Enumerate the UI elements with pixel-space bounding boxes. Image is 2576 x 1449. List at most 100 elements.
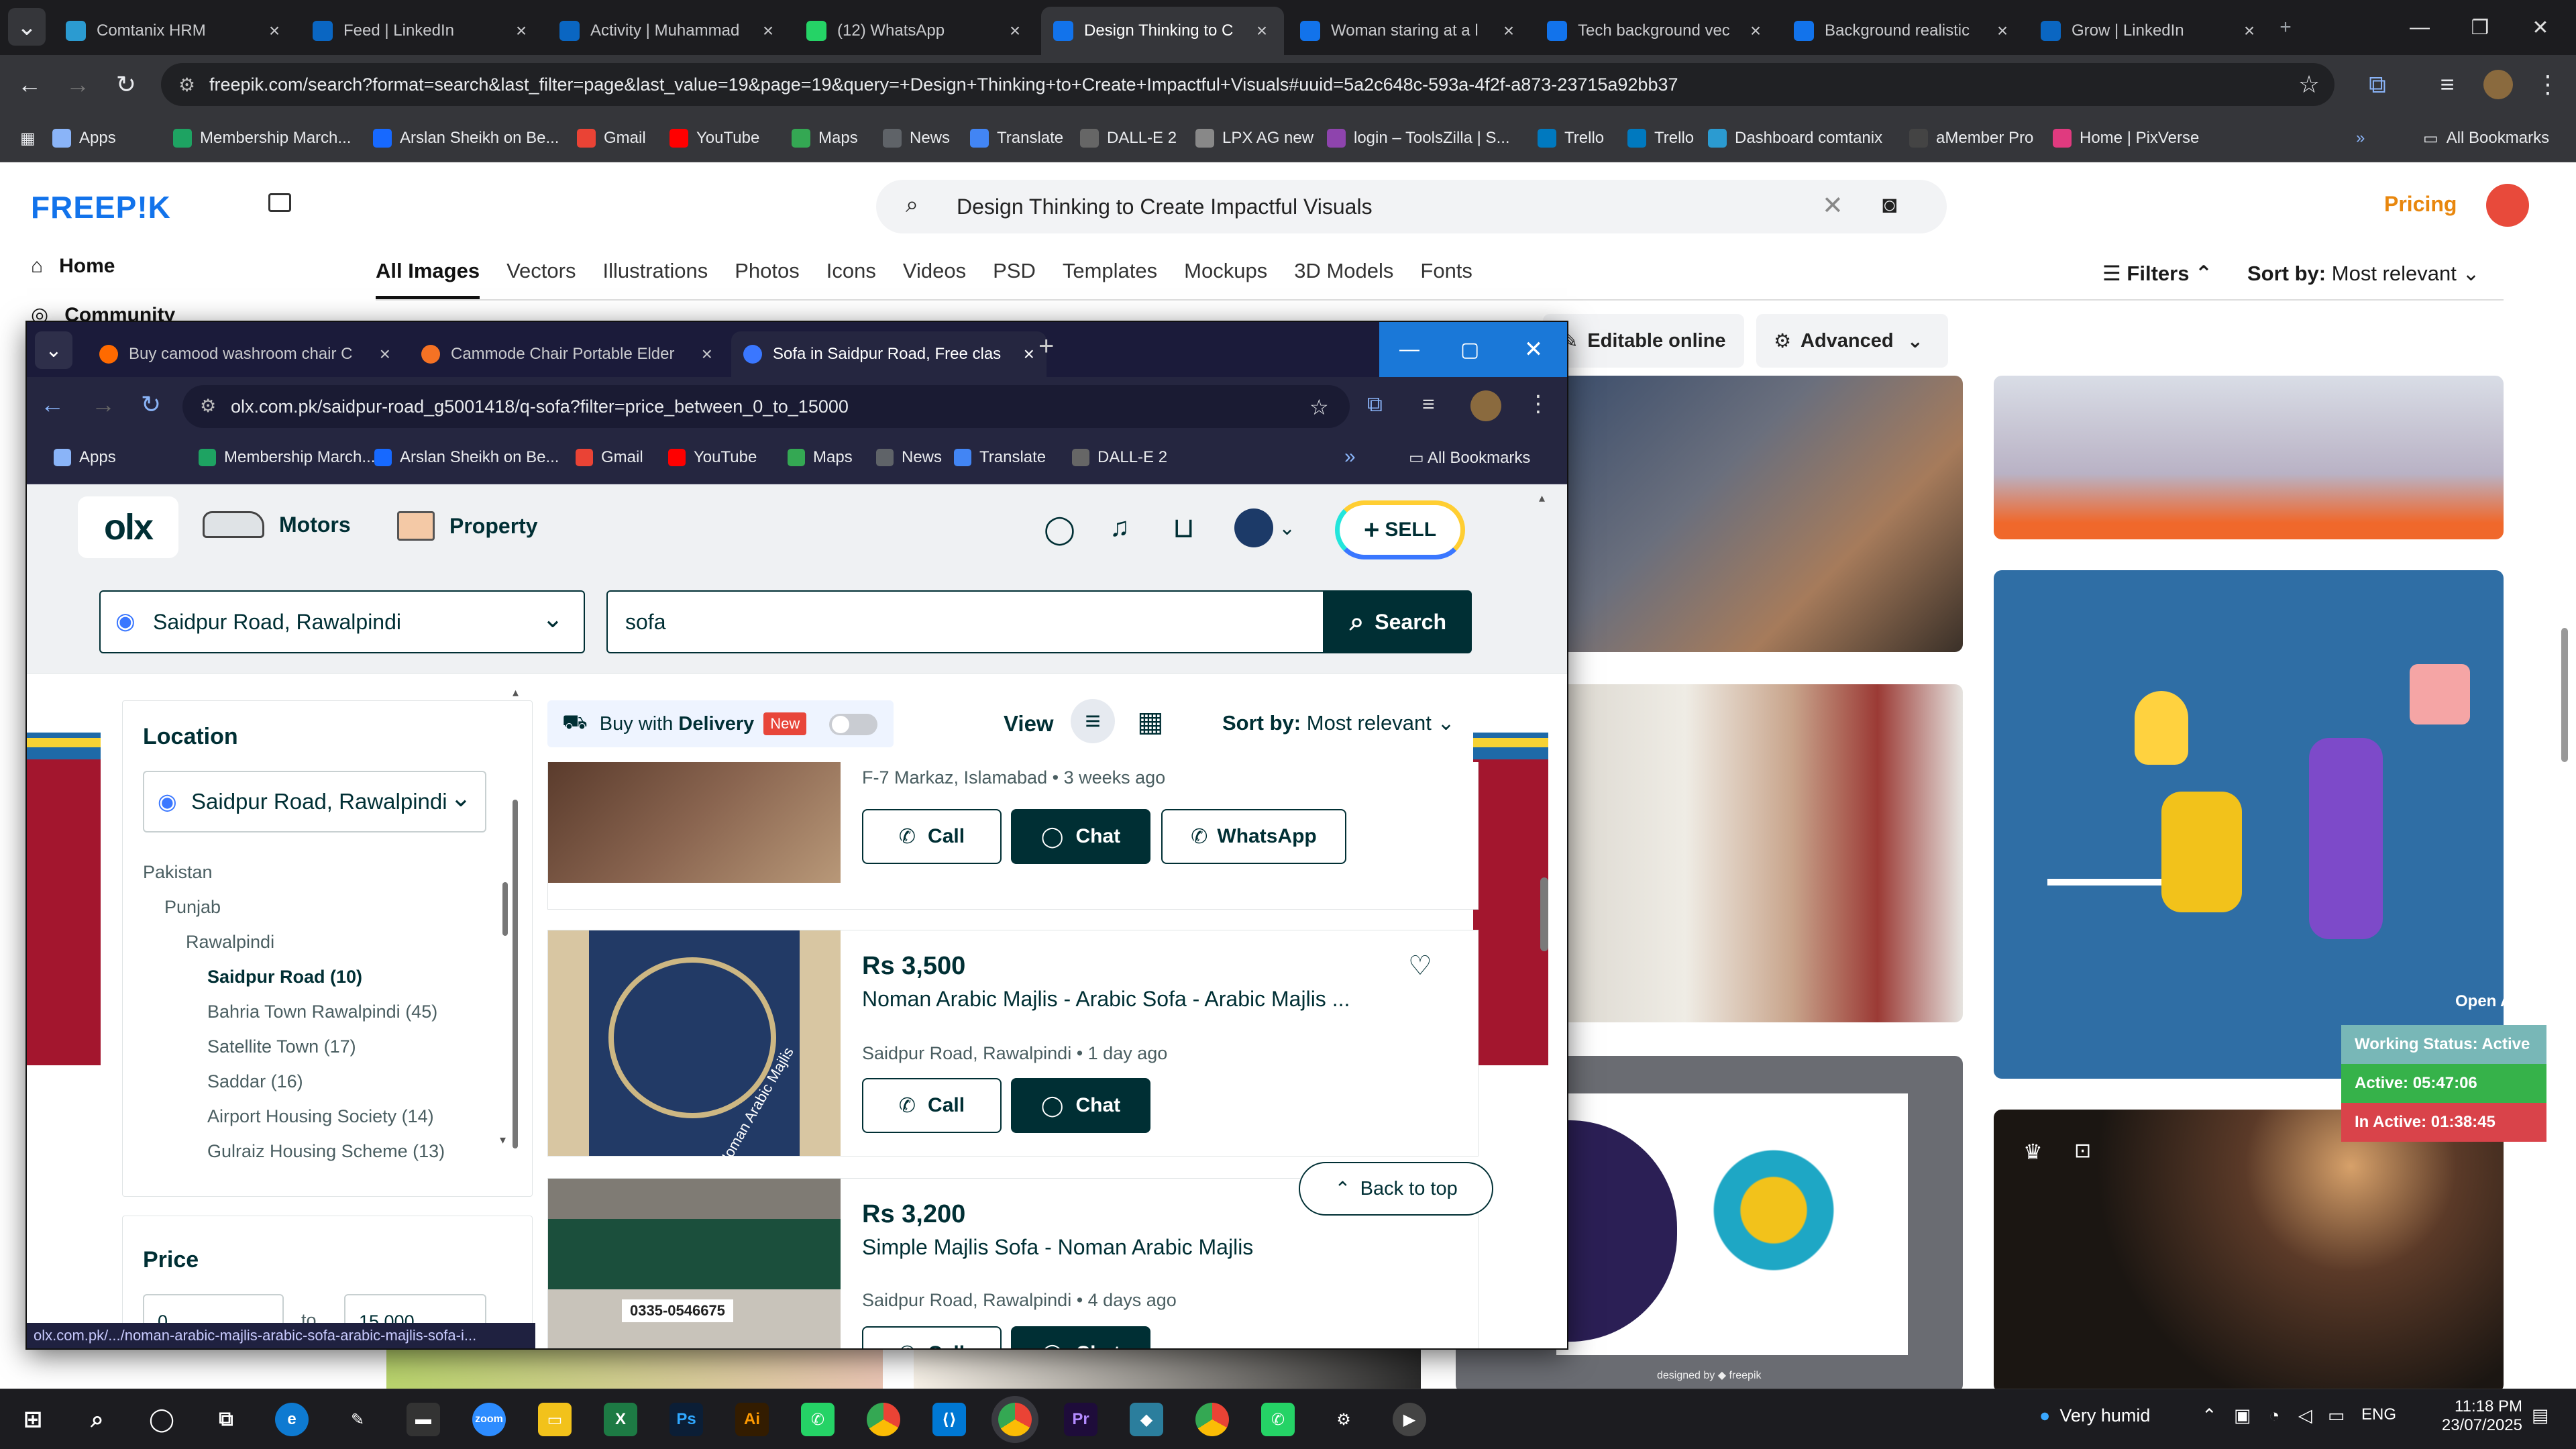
tab-close-icon[interactable]: × [1746, 20, 1766, 42]
asset-tab-all-images[interactable]: All Images [376, 259, 480, 299]
bookmark-item[interactable]: Maps [792, 123, 858, 153]
reading-list-icon[interactable]: ≡ [2428, 66, 2466, 103]
location-tree-rawalpindi[interactable]: Rawalpindi [186, 932, 274, 953]
property-link[interactable]: Property [397, 511, 538, 541]
asset-tab-icons[interactable]: Icons [826, 259, 876, 299]
browser-tab[interactable]: Design Thinking to C × [1041, 7, 1284, 55]
browser-tab[interactable]: Feed | LinkedIn × [301, 7, 543, 55]
front-all-bookmarks-folder[interactable]: ▭ All Bookmarks [1409, 448, 1530, 468]
browser-tab[interactable]: Woman staring at a l × [1288, 7, 1531, 55]
tab-close-icon[interactable]: × [1024, 343, 1034, 365]
front-bookmark-star-icon[interactable]: ☆ [1309, 394, 1329, 420]
tab-close-icon[interactable]: × [380, 343, 390, 365]
volume-icon[interactable]: ◁ [2298, 1405, 2312, 1426]
app-diamond-icon[interactable]: ◆ [1130, 1403, 1163, 1436]
asset-tab-fonts[interactable]: Fonts [1420, 259, 1472, 299]
editable-online-chip[interactable]: ✎ Editable online [1543, 314, 1744, 368]
illustrator-icon[interactable]: Ai [735, 1403, 769, 1436]
front-close-window-button[interactable]: ✕ [1500, 322, 1567, 377]
front-bookmark-item[interactable]: Arslan Sheikh on Be... [374, 448, 559, 467]
location-selector[interactable]: ◉ Saidpur Road, Rawalpindi ⌄ [99, 590, 585, 653]
ad-card-1[interactable]: F-7 Markaz, Islamabad • 3 weeks ago ✆ Cal… [547, 762, 1479, 910]
bookmark-item[interactable]: login – ToolsZilla | S... [1327, 123, 1510, 153]
result-image-artist-painting[interactable]: ♛ ⊡ [1994, 1110, 2504, 1393]
bookmark-item[interactable]: Dashboard comtanix [1708, 123, 1882, 153]
location-area-item[interactable]: Satellite Town (17) [207, 1036, 356, 1057]
front-bookmark-item[interactable]: Membership March... [199, 448, 375, 467]
asset-tab-videos[interactable]: Videos [903, 259, 966, 299]
tab-close-icon[interactable]: × [1005, 20, 1025, 42]
all-bookmarks-folder[interactable]: ▭ All Bookmarks [2423, 123, 2549, 153]
cortana-icon[interactable]: ◯ [145, 1403, 178, 1436]
front-minimize-button[interactable]: — [1379, 322, 1440, 377]
bookmark-item[interactable]: Apps [52, 123, 116, 153]
delivery-switch[interactable] [829, 714, 877, 735]
menu-kebab-icon[interactable]: ⋮ [2529, 66, 2567, 103]
zoom-icon[interactable]: zoom [472, 1403, 506, 1436]
excel-icon[interactable]: X [604, 1403, 637, 1436]
account-avatar-dropdown[interactable]: ⌄ [1234, 508, 1295, 547]
vscode-icon[interactable]: ⟨⟩ [932, 1403, 966, 1436]
olx-search-input[interactable]: sofa [606, 590, 1324, 653]
filters-button[interactable]: ☰ Filters ⌃ [2102, 262, 2212, 286]
bookmark-item[interactable]: Trello [1538, 123, 1604, 153]
ad-card-2[interactable]: Noman Arabic Majlis Rs 3,500 Noman Arabi… [547, 930, 1479, 1169]
front-new-tab-plus-icon[interactable]: + [1038, 331, 1054, 362]
freepik-search-bar[interactable]: ⌕ Design Thinking to Create Impactful Vi… [876, 180, 1947, 233]
settings-gear-icon[interactable]: ⚙ [1327, 1403, 1360, 1436]
weather-widget[interactable]: ● Very humid [2039, 1405, 2150, 1426]
location-area-item[interactable]: Airport Housing Society (14) [207, 1106, 434, 1127]
asset-tab-photos[interactable]: Photos [735, 259, 800, 299]
browser-tab[interactable]: Tech background vec × [1535, 7, 1778, 55]
motors-link[interactable]: Motors [203, 511, 351, 538]
asset-tab-illustrations[interactable]: Illustrations [602, 259, 708, 299]
chat-button[interactable]: ◯Chat [1011, 1078, 1150, 1133]
front-bookmark-item[interactable]: DALL-E 2 [1072, 448, 1167, 467]
olx-browser-tab[interactable]: Buy camood washroom chair C × [87, 331, 402, 377]
tab-close-icon[interactable]: × [702, 343, 712, 365]
clear-search-icon[interactable]: ✕ [1822, 191, 1843, 221]
tab-close-icon[interactable]: × [1499, 20, 1519, 42]
sort-dropdown[interactable]: Sort by: Most relevant ⌄ [2247, 262, 2479, 286]
browser-tab[interactable]: Grow | LinkedIn × [2029, 7, 2271, 55]
cart-icon[interactable]: ⊔ [1173, 511, 1195, 544]
tab-close-icon[interactable]: × [2239, 20, 2259, 42]
favorite-heart-icon[interactable]: ♡ [1408, 951, 1432, 981]
result-image-wooden-models[interactable] [1536, 376, 1963, 652]
front-bookmark-item[interactable]: News [876, 448, 942, 467]
advanced-filter-chip[interactable]: ⚙ Advanced ⌄ [1756, 314, 1948, 368]
notification-center-icon[interactable]: ▤ [2532, 1405, 2549, 1426]
bookmark-item[interactable]: Home | PixVerse [2053, 123, 2199, 153]
network-icon[interactable]: ▣ [2234, 1405, 2251, 1426]
extensions-icon[interactable]: ⧉ [2359, 66, 2396, 103]
sell-button[interactable]: + SELL [1335, 500, 1465, 559]
close-window-button[interactable]: ✕ [2504, 0, 2576, 55]
browser-tab[interactable]: (12) WhatsApp × [794, 7, 1037, 55]
wifi-icon[interactable]: ◔ [2269, 1405, 2279, 1426]
front-bookmark-item[interactable]: Translate [954, 448, 1046, 467]
asset-tab-vectors[interactable]: Vectors [506, 259, 576, 299]
olx-browser-tab[interactable]: Sofa in Saidpur Road, Free clas × [731, 331, 1046, 377]
page-scroll-up-icon[interactable]: ▴ [1539, 491, 1545, 505]
list-view-icon[interactable]: ≡ [1071, 699, 1115, 743]
bookmark-item[interactable]: Trello [1627, 123, 1694, 153]
whatsapp-business-icon[interactable]: ✆ [1261, 1403, 1295, 1436]
front-tab-search-button[interactable]: ⌄ [35, 331, 72, 369]
chrome-active-icon[interactable] [998, 1403, 1032, 1436]
sidebar-toggle-icon[interactable] [268, 193, 291, 212]
result-image-woman-lightbulb[interactable] [1536, 684, 1963, 1022]
terminal-icon[interactable]: ▬ [407, 1403, 440, 1436]
front-profile-avatar[interactable] [1470, 390, 1501, 421]
front-extensions-icon[interactable]: ⧉ [1367, 392, 1383, 417]
front-restore-button[interactable]: ▢ [1440, 322, 1500, 377]
sidebar-location-select[interactable]: ◉ Saidpur Road, Rawalpindi ⌄ [143, 771, 486, 833]
freepik-logo[interactable]: FREEP!K [31, 189, 171, 225]
asset-tab-templates[interactable]: Templates [1063, 259, 1157, 299]
ad-title[interactable]: Simple Majlis Sofa - Noman Arabic Majlis [862, 1235, 1253, 1260]
location-area-item[interactable]: Saidpur Road (10) [207, 967, 362, 987]
tab-close-icon[interactable]: × [1992, 20, 2012, 42]
bookmark-item[interactable]: DALL-E 2 [1080, 123, 1177, 153]
asset-tab-psd[interactable]: PSD [993, 259, 1036, 299]
photoshop-icon[interactable]: Ps [669, 1403, 703, 1436]
bookmark-item[interactable]: LPX AG new [1195, 123, 1313, 153]
